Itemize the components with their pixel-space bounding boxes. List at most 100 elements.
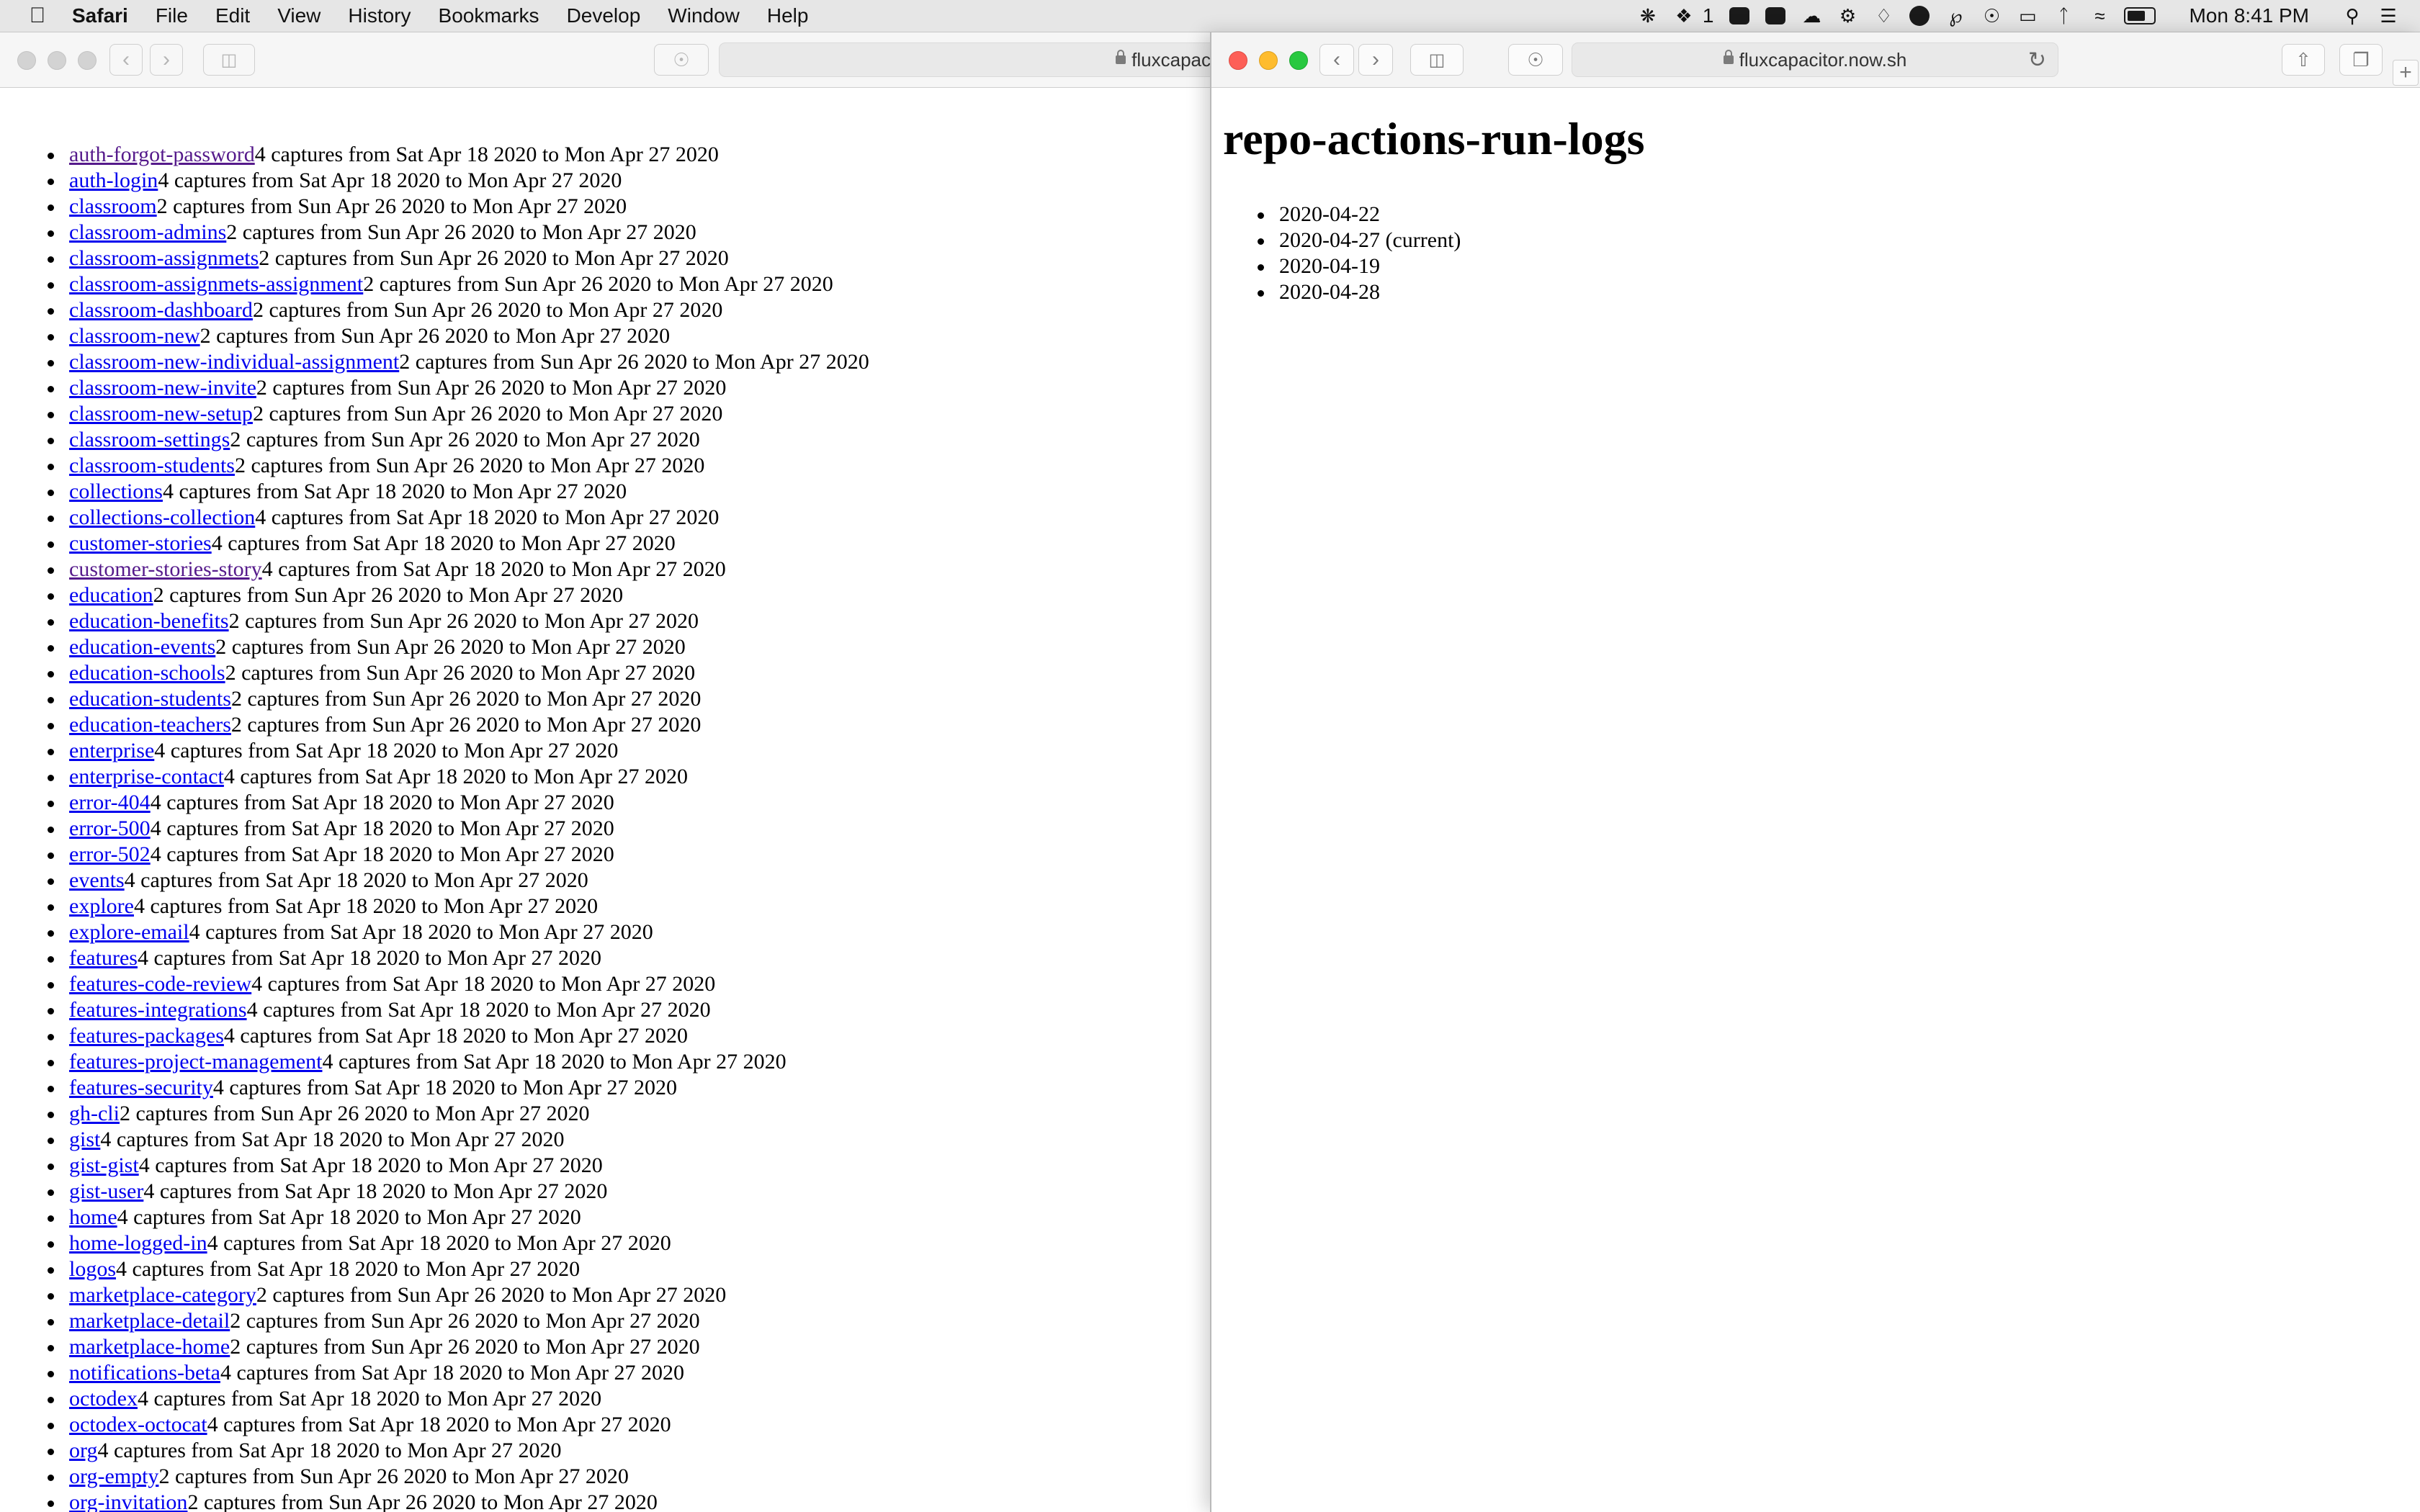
menu-view[interactable]: View [277,4,321,27]
fork-icon[interactable]: ℘ [1941,3,1970,29]
fox-icon[interactable]: ♢ [1869,3,1898,29]
capture-link[interactable]: classroom-new-individual-assignment [69,350,399,374]
capture-link[interactable]: classroom-new-setup [69,402,253,426]
search-icon[interactable]: ⚲ [2338,3,2367,29]
apple-menu-icon[interactable]:  [16,4,59,28]
menu-history[interactable]: History [348,4,411,27]
vpn-icon[interactable] [1905,3,1934,29]
menu-app-name[interactable]: Safari [72,4,128,27]
capture-link[interactable]: education-benefits [69,609,229,633]
capture-link[interactable]: octodex [69,1387,138,1410]
capture-link[interactable]: octodex-octocat [69,1413,207,1436]
capture-link[interactable]: features-integrations [69,998,247,1022]
forward-button[interactable]: › [1358,44,1393,76]
capture-link[interactable]: enterprise-contact [69,765,224,788]
password-button[interactable]: ☉ [654,44,709,76]
share-button[interactable]: ⇧ [2282,44,2325,76]
capture-link[interactable]: logos [69,1257,116,1281]
capture-link[interactable]: explore [69,894,134,918]
capture-link[interactable]: customer-stories-story [69,557,262,581]
wifi-icon[interactable]: ≈ [2085,3,2114,29]
control-center-icon[interactable]: ☰ [2374,3,2403,29]
close-button[interactable] [17,51,36,70]
address-bar-left[interactable]: fluxcapac [719,42,1211,77]
back-button[interactable]: ‹ [109,44,143,76]
battery-icon[interactable] [2124,7,2156,24]
capture-link[interactable]: features-code-review [69,972,251,996]
sidebar-button[interactable]: ◫ [203,44,255,76]
capture-link[interactable]: classroom-settings [69,428,230,451]
capture-link[interactable]: home [69,1205,117,1229]
dropbox-icon[interactable]: ❖ [1670,3,1698,29]
minimize-button[interactable] [1259,51,1278,70]
capture-link[interactable]: marketplace-home [69,1335,230,1359]
capture-link[interactable]: error-500 [69,816,151,840]
menu-edit[interactable]: Edit [215,4,250,27]
back-button[interactable]: ‹ [1319,44,1354,76]
capture-link[interactable]: education-schools [69,661,225,685]
capture-link[interactable]: org [69,1439,97,1462]
capture-link[interactable]: home-logged-in [69,1231,207,1255]
capture-link[interactable]: classroom [69,194,157,218]
capture-link[interactable]: marketplace-category [69,1283,256,1307]
menu-develop[interactable]: Develop [567,4,641,27]
capture-link[interactable]: gh-cli [69,1102,120,1125]
menu-bookmarks[interactable]: Bookmarks [439,4,539,27]
capture-link[interactable]: marketplace-detail [69,1309,230,1333]
capture-link[interactable]: classroom-students [69,454,235,477]
perplexity-icon[interactable]: ❋ [1634,3,1662,29]
bluetooth-icon[interactable]: ᛏ [2049,3,2078,29]
sidebar-button[interactable]: ◫ [1410,44,1464,76]
klack-icon[interactable] [1761,3,1790,29]
tabs-overview-button[interactable]: ❐ [2339,44,2383,76]
capture-link[interactable]: education [69,583,153,607]
new-tab-button[interactable]: + [2393,60,2419,86]
menu-window[interactable]: Window [668,4,740,27]
capture-link[interactable]: features [69,946,138,970]
capture-link[interactable]: org-empty [69,1464,158,1488]
capture-link[interactable]: notifications-beta [69,1361,220,1385]
capture-link[interactable]: auth-login [69,168,158,192]
minimize-button[interactable] [48,51,66,70]
capture-link[interactable]: auth-forgot-password [69,143,255,166]
capture-link[interactable]: gist [69,1128,100,1151]
password-button[interactable]: ☉ [1508,44,1563,76]
zoom-button[interactable] [78,51,97,70]
settings-icon[interactable]: ⚙ [1833,3,1862,29]
menu-help[interactable]: Help [767,4,809,27]
capture-link[interactable]: collections-collection [69,505,255,529]
capture-link[interactable]: gist-user [69,1179,143,1203]
cloud-upload-icon[interactable]: ☁ [1797,3,1826,29]
capture-link[interactable]: explore-email [69,920,189,944]
capture-link[interactable]: enterprise [69,739,154,762]
capture-link[interactable]: classroom-assignmets-assignment [69,272,363,296]
address-bar-right[interactable]: fluxcapacitor.now.sh ↻ [1572,42,2058,77]
capture-link[interactable]: collections [69,480,163,503]
capture-link[interactable]: error-502 [69,842,151,866]
onepassword-icon[interactable]: ☉ [1977,3,2006,29]
capture-link[interactable]: features-packages [69,1024,224,1048]
capture-link[interactable]: classroom-new-invite [69,376,256,400]
reload-icon[interactable]: ↻ [2028,48,2046,73]
capture-link[interactable]: education-teachers [69,713,231,737]
airplay-icon[interactable]: ▭ [2013,3,2042,29]
zoom-icon[interactable] [1725,3,1754,29]
capture-link[interactable]: classroom-admins [69,220,226,244]
menu-file[interactable]: File [156,4,188,27]
capture-link[interactable]: customer-stories [69,531,212,555]
capture-link[interactable]: gist-gist [69,1153,139,1177]
capture-link[interactable]: classroom-assignmets [69,246,259,270]
zoom-button[interactable] [1289,51,1308,70]
capture-link[interactable]: org-invitation [69,1490,187,1512]
capture-link[interactable]: features-project-management [69,1050,322,1074]
forward-button[interactable]: › [150,44,183,76]
capture-link[interactable]: events [69,868,125,892]
capture-link[interactable]: classroom-new [69,324,200,348]
capture-link[interactable]: classroom-dashboard [69,298,253,322]
capture-link[interactable]: education-students [69,687,231,711]
close-button[interactable] [1229,51,1247,70]
capture-link[interactable]: features-security [69,1076,213,1099]
capture-link[interactable]: error-404 [69,791,151,814]
menubar-clock[interactable]: Mon 8:41 PM [2189,4,2309,27]
capture-link[interactable]: education-events [69,635,215,659]
